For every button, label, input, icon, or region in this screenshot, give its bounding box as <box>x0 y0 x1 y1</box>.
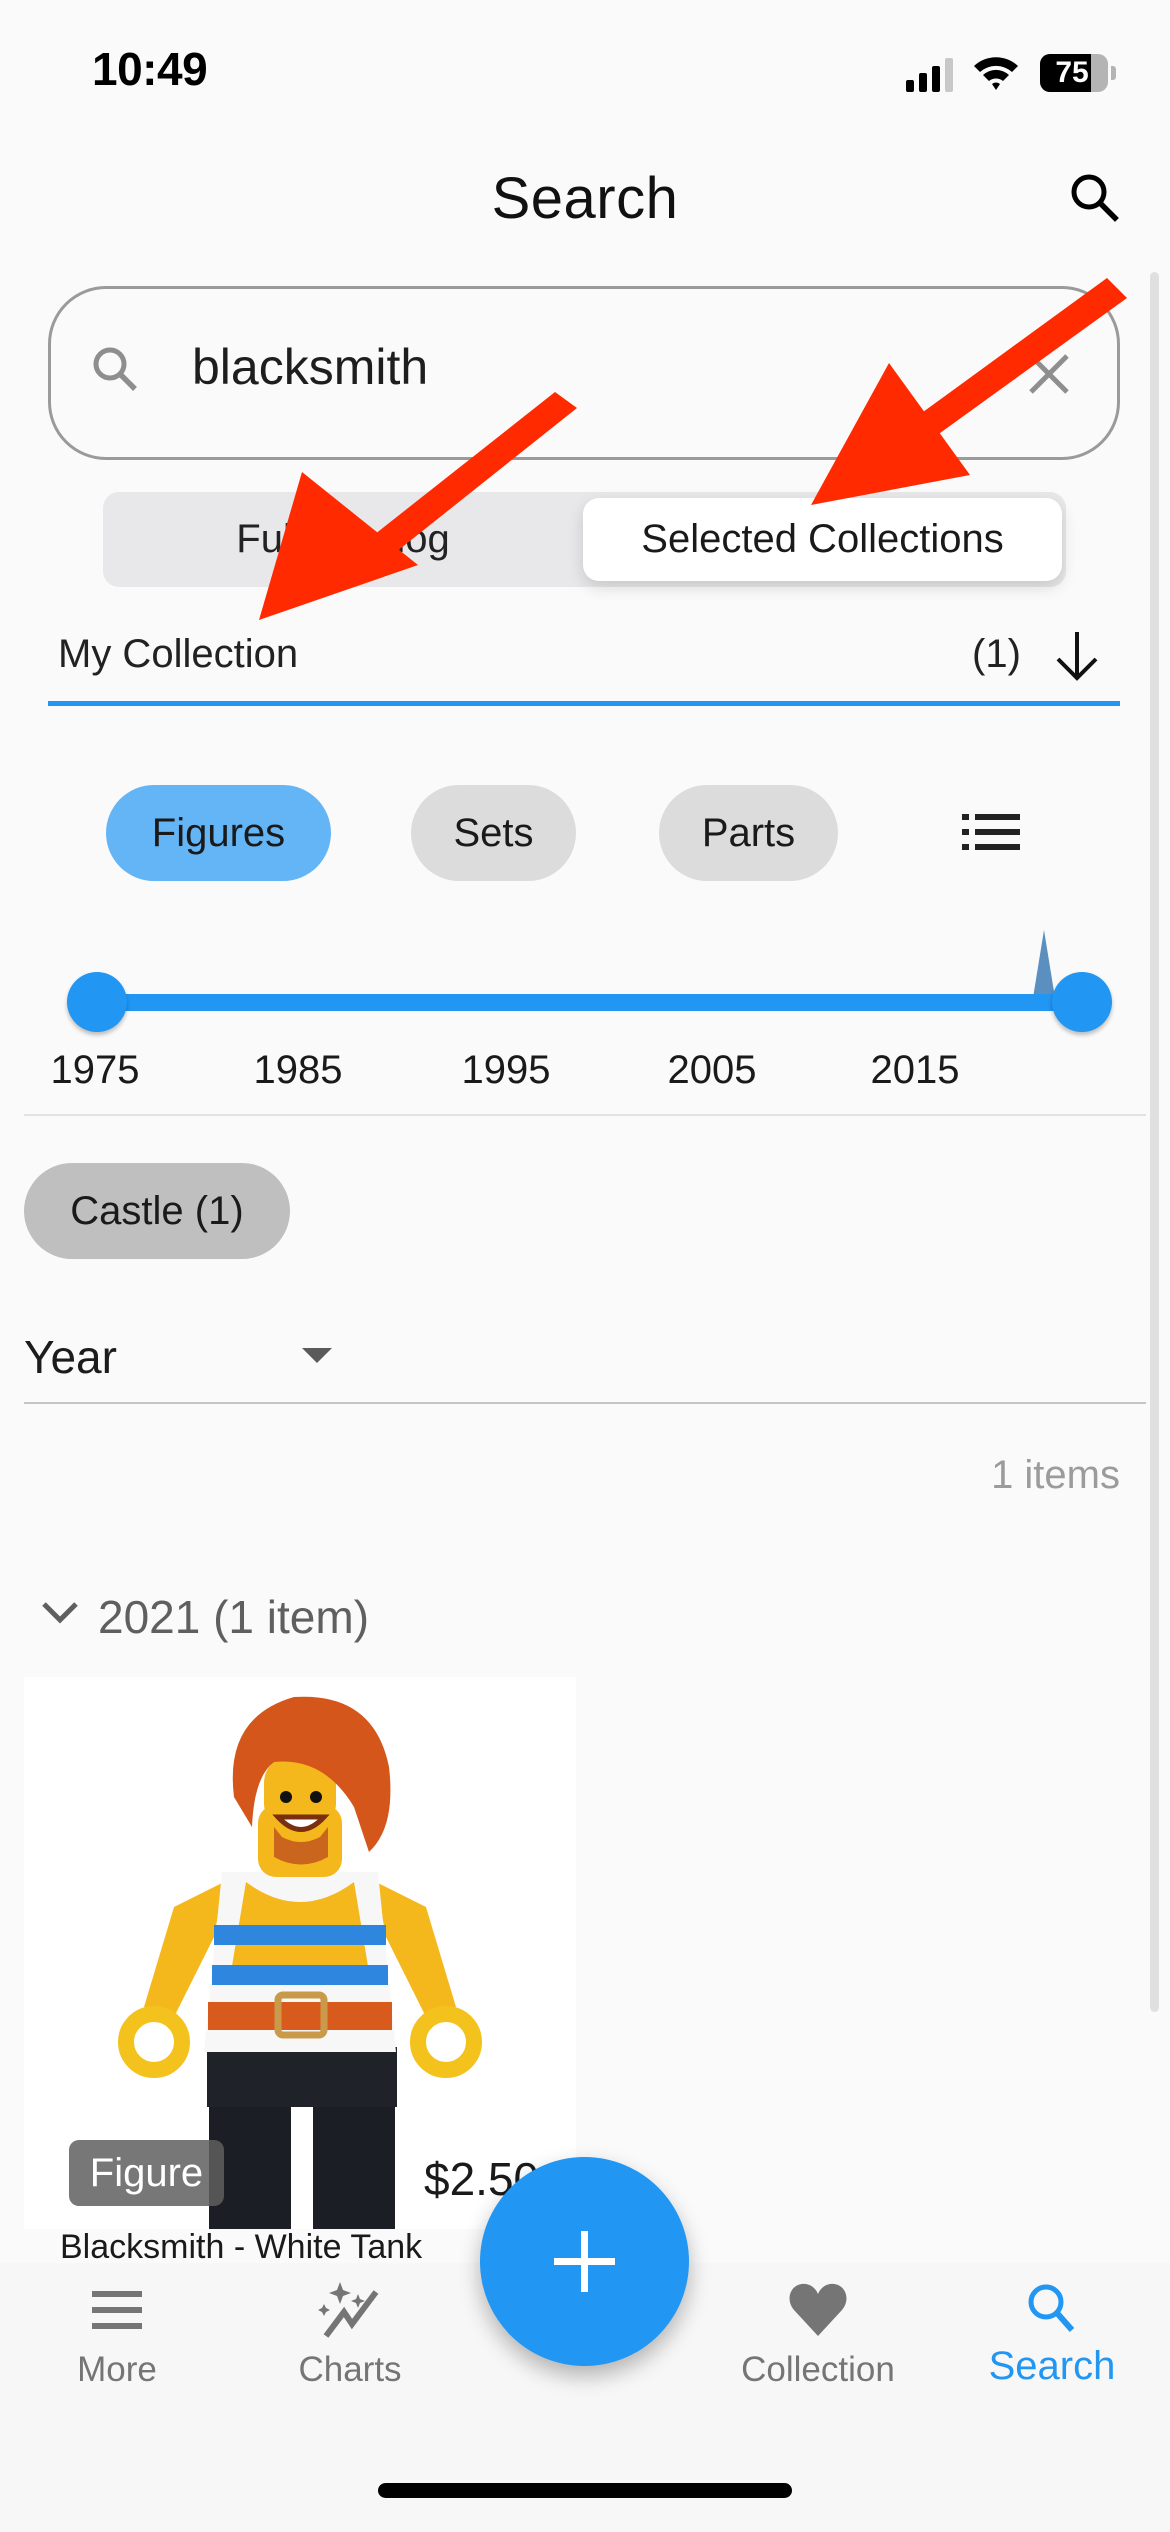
collection-underline <box>48 701 1120 706</box>
year-range-end-handle[interactable] <box>1052 972 1112 1032</box>
arrow-down-icon[interactable] <box>1052 628 1102 684</box>
year-range-track[interactable] <box>97 994 1082 1011</box>
search-icon <box>93 347 137 391</box>
dropdown-caret-icon[interactable] <box>302 1348 332 1363</box>
year-tick-label: 1975 <box>50 1048 140 1092</box>
nav-label: Charts <box>298 2350 402 2389</box>
battery-cap <box>1111 66 1116 80</box>
filter-chip-figures[interactable]: Figures <box>106 785 331 881</box>
charts-icon <box>318 2282 379 2338</box>
nav-item-more[interactable]: More <box>17 2280 217 2390</box>
filter-chip-sets[interactable]: Sets <box>411 785 576 881</box>
heart-icon <box>789 2283 847 2336</box>
battery-icon: 75 <box>1040 54 1108 92</box>
group-header[interactable]: 2021 (1 item) <box>98 1590 369 1644</box>
nav-item-collection[interactable]: Collection <box>718 2280 918 2390</box>
search-icon[interactable] <box>1065 168 1125 228</box>
plus-icon <box>554 2231 615 2292</box>
home-indicator[interactable] <box>378 2483 792 2498</box>
divider <box>24 1114 1146 1116</box>
close-icon[interactable] <box>1025 350 1073 398</box>
year-tick-label: 2015 <box>870 1048 960 1092</box>
sort-dropdown[interactable]: Year <box>24 1330 117 1384</box>
wifi-icon <box>974 57 1018 90</box>
scrollbar[interactable] <box>1150 272 1159 2012</box>
chevron-down-icon[interactable] <box>40 1598 80 1628</box>
item-name[interactable]: Blacksmith - White Tank <box>60 2228 422 2267</box>
nav-label: More <box>77 2350 157 2389</box>
search-icon <box>1028 2284 1075 2332</box>
year-range-start-handle[interactable] <box>67 972 127 1032</box>
status-time: 10:49 <box>92 43 208 95</box>
year-tick-label: 2005 <box>667 1048 757 1092</box>
nav-label: Search <box>988 2344 1116 2388</box>
theme-chip-castle[interactable]: Castle (1) <box>24 1163 290 1259</box>
sort-underline <box>24 1402 1146 1404</box>
list-icon[interactable] <box>962 812 1020 852</box>
battery-percent: 75 <box>1055 56 1089 89</box>
signal-icon <box>906 58 956 92</box>
segment-full-catalog[interactable]: Full Catalog <box>103 492 583 587</box>
result-count: 1 items <box>991 1453 1120 1497</box>
add-button[interactable] <box>480 2157 689 2366</box>
page-title: Search <box>491 166 679 231</box>
search-query[interactable]: blacksmith <box>192 338 428 396</box>
filter-chip-parts[interactable]: Parts <box>659 785 838 881</box>
nav-item-search[interactable]: Search <box>952 2280 1152 2389</box>
nav-item-charts[interactable]: Charts <box>250 2280 450 2390</box>
menu-icon <box>92 2291 142 2329</box>
item-type-badge: Figure <box>69 2140 224 2206</box>
collection-dropdown-label[interactable]: My Collection <box>58 632 298 677</box>
segment-selected-collections[interactable]: Selected Collections <box>583 498 1062 581</box>
year-tick-label: 1985 <box>253 1048 343 1092</box>
collection-count: (1) <box>972 632 1021 676</box>
nav-label: Collection <box>741 2350 895 2389</box>
year-tick-label: 1995 <box>461 1048 551 1092</box>
